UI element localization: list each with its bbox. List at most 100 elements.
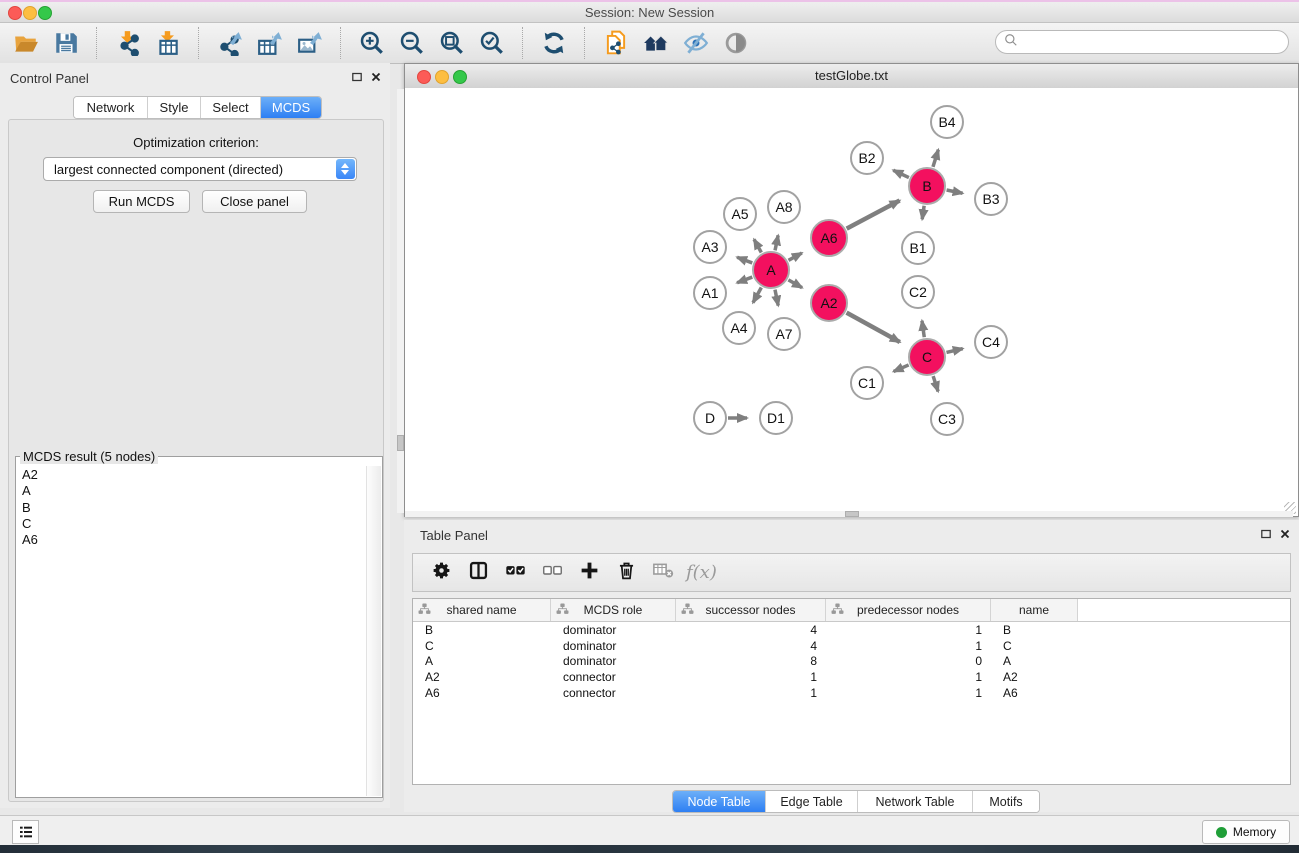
edge-A-A8[interactable] — [775, 235, 778, 250]
result-scrollbar[interactable] — [366, 466, 381, 796]
edge-A-A6[interactable] — [789, 253, 802, 260]
graph-node-B[interactable]: B — [908, 167, 946, 205]
mcds-result-list[interactable]: A2ABCA6 — [18, 467, 366, 795]
cell[interactable]: 1 — [676, 670, 826, 684]
float-panel-icon[interactable] — [350, 70, 364, 84]
cell[interactable]: A2 — [991, 670, 1078, 684]
table-row[interactable]: A2connector11A2 — [413, 669, 1290, 685]
gear-button[interactable] — [423, 558, 460, 588]
tab-network-table[interactable]: Network Table — [858, 791, 973, 812]
graph-node-C2[interactable]: C2 — [901, 275, 935, 309]
table-row[interactable]: Cdominator41C — [413, 638, 1290, 654]
cell[interactable]: dominator — [551, 623, 676, 637]
cell[interactable]: 1 — [826, 670, 991, 684]
cell[interactable]: connector — [551, 686, 676, 700]
import-table-button[interactable] — [148, 26, 188, 60]
edge-C-C4[interactable] — [946, 349, 962, 353]
cell[interactable]: 0 — [826, 654, 991, 668]
cell[interactable]: C — [991, 639, 1078, 653]
edge-A-A3[interactable] — [737, 257, 752, 263]
deselect-all-button[interactable] — [534, 558, 571, 588]
column-header-name[interactable]: name — [991, 599, 1078, 621]
cell[interactable]: 1 — [826, 639, 991, 653]
edge-C-C1[interactable] — [894, 365, 909, 372]
graph-node-C1[interactable]: C1 — [850, 366, 884, 400]
eye-slash-button[interactable] — [676, 26, 716, 60]
tab-node-table[interactable]: Node Table — [673, 791, 766, 812]
zoom-selected-button[interactable] — [472, 26, 512, 60]
graph-node-A5[interactable]: A5 — [723, 197, 757, 231]
edge-A-A4[interactable] — [753, 288, 761, 303]
home-button[interactable] — [636, 26, 676, 60]
edge-B-B4[interactable] — [933, 150, 938, 167]
cell[interactable]: 1 — [676, 686, 826, 700]
table-row[interactable]: Adominator80A — [413, 653, 1290, 669]
close-panel-button[interactable]: Close panel — [202, 190, 307, 213]
graph-node-C4[interactable]: C4 — [974, 325, 1008, 359]
columns-button[interactable] — [460, 558, 497, 588]
graph-node-D[interactable]: D — [693, 401, 727, 435]
edge-B-B1[interactable] — [922, 206, 924, 220]
network-window-titlebar[interactable]: testGlobe.txt — [405, 64, 1298, 89]
edge-A6-B[interactable] — [847, 201, 900, 229]
add-row-button[interactable] — [571, 558, 608, 588]
delete-row-button[interactable] — [608, 558, 645, 588]
cell[interactable]: A — [991, 654, 1078, 668]
cell[interactable]: dominator — [551, 639, 676, 653]
cell[interactable]: 4 — [676, 639, 826, 653]
export-table-button[interactable] — [250, 26, 290, 60]
search-box[interactable] — [995, 30, 1289, 54]
graph-node-A7[interactable]: A7 — [767, 317, 801, 351]
edge-B-B3[interactable] — [947, 190, 963, 193]
tab-style[interactable]: Style — [148, 97, 201, 118]
cell[interactable]: 8 — [676, 654, 826, 668]
network-canvas[interactable]: B4B2BB3A5A8A6A3B1AA1C2A2A4A7C4CC1DD1C3 — [405, 88, 1298, 516]
edge-B-B2[interactable] — [893, 170, 909, 177]
memory-button[interactable]: Memory — [1202, 820, 1290, 844]
edge-C-C2[interactable] — [922, 321, 924, 337]
tab-motifs[interactable]: Motifs — [973, 791, 1039, 812]
result-item[interactable]: B — [18, 500, 366, 516]
cell[interactable]: 1 — [826, 686, 991, 700]
open-session-button[interactable] — [6, 26, 46, 60]
cell[interactable]: connector — [551, 670, 676, 684]
cell[interactable]: 1 — [826, 623, 991, 637]
edge-A-A5[interactable] — [754, 239, 761, 252]
edge-C-C3[interactable] — [933, 376, 938, 391]
cell[interactable]: C — [413, 639, 551, 653]
edge-A2-C[interactable] — [847, 313, 900, 342]
optimization-criterion-dropdown[interactable]: largest connected component (directed) — [43, 157, 357, 181]
delete-table-button[interactable] — [645, 558, 682, 588]
cell[interactable]: B — [991, 623, 1078, 637]
export-image-button[interactable] — [290, 26, 330, 60]
graph-node-B4[interactable]: B4 — [930, 105, 964, 139]
cell[interactable]: A — [413, 654, 551, 668]
edge-A-A2[interactable] — [788, 280, 802, 288]
graph-node-B3[interactable]: B3 — [974, 182, 1008, 216]
column-header-successor-nodes[interactable]: successor nodes — [676, 599, 826, 621]
tab-select[interactable]: Select — [201, 97, 261, 118]
cell[interactable]: A6 — [413, 686, 551, 700]
zoom-fit-button[interactable] — [432, 26, 472, 60]
column-header-MCDS-role[interactable]: MCDS role — [551, 599, 676, 621]
column-header-shared-name[interactable]: shared name — [413, 599, 551, 621]
edge-A-A1[interactable] — [737, 277, 752, 283]
refresh-layout-button[interactable] — [534, 26, 574, 60]
search-input[interactable] — [1023, 34, 1288, 50]
result-item[interactable]: A — [18, 483, 366, 499]
table-close-panel-icon[interactable] — [1278, 527, 1292, 541]
clone-network-button[interactable] — [596, 26, 636, 60]
column-header-predecessor-nodes[interactable]: predecessor nodes — [826, 599, 991, 621]
graph-node-A8[interactable]: A8 — [767, 190, 801, 224]
eye-button[interactable] — [716, 26, 756, 60]
cell[interactable]: dominator — [551, 654, 676, 668]
main-titlebar[interactable]: Session: New Session — [0, 2, 1299, 23]
import-network-button[interactable] — [108, 26, 148, 60]
result-item[interactable]: A2 — [18, 467, 366, 483]
tab-network[interactable]: Network — [74, 97, 148, 118]
table-row[interactable]: Bdominator41B — [413, 622, 1290, 638]
tab-edge-table[interactable]: Edge Table — [766, 791, 858, 812]
graph-node-A6[interactable]: A6 — [810, 219, 848, 257]
zoom-in-button[interactable] — [352, 26, 392, 60]
table-row[interactable]: A6connector11A6 — [413, 685, 1290, 701]
